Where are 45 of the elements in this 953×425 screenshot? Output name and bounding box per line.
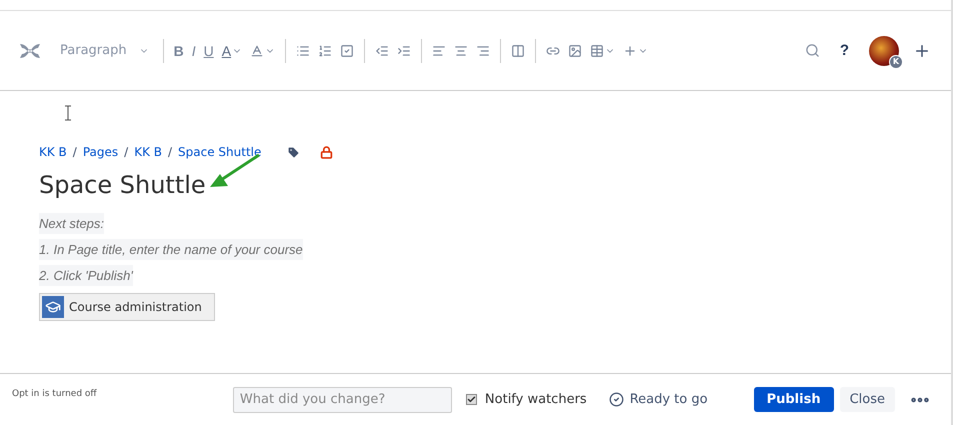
notify-checkbox[interactable] <box>466 394 477 405</box>
search-icon[interactable] <box>804 43 820 58</box>
notify-label: Notify watchers <box>484 392 587 407</box>
italic-button[interactable]: I <box>188 40 200 60</box>
table-icon <box>590 44 604 58</box>
help-button[interactable]: ? <box>834 41 855 60</box>
avatar[interactable] <box>869 36 899 66</box>
breadcrumb-separator: / <box>124 145 128 159</box>
center-icon <box>454 44 468 58</box>
avatar-badge: K <box>889 54 903 68</box>
breadcrumb-separator: / <box>72 145 77 159</box>
left-icon <box>432 44 446 58</box>
numbers-icon <box>318 44 332 58</box>
breadcrumb-link[interactable]: KK B <box>39 145 67 159</box>
opt-in-status: Opt in is turned off <box>12 389 98 399</box>
layout-icon <box>511 44 526 58</box>
course-administration-button[interactable]: Course administration <box>39 293 215 321</box>
status-text: Ready to go <box>630 392 708 407</box>
instruction-text: Next steps: <box>39 213 104 234</box>
check-circle-icon <box>608 392 624 407</box>
image-icon <box>568 44 582 58</box>
tag-icon[interactable] <box>287 146 300 158</box>
instruction-text: 1. In Page title, enter the name of your course <box>39 239 303 260</box>
right-icon <box>476 44 490 58</box>
close-button[interactable]: Close <box>840 387 895 412</box>
format-icon <box>250 44 264 58</box>
publish-button[interactable]: Publish <box>754 387 834 412</box>
underline-button[interactable]: U <box>200 40 218 60</box>
insert-icon <box>623 44 638 58</box>
breadcrumb-link[interactable]: KK B <box>134 145 162 159</box>
task-icon <box>340 44 354 58</box>
breadcrumb-link[interactable]: Pages <box>82 145 118 159</box>
bold-button[interactable]: B <box>170 40 188 60</box>
change-comment-field[interactable]: What did you change? <box>232 386 452 412</box>
outdent-icon <box>375 44 390 58</box>
graduation-cap-icon <box>42 296 64 318</box>
instruction-text: 2. Click 'Publish' <box>39 265 133 286</box>
lock-icon[interactable] <box>320 146 334 158</box>
breadcrumb-separator: / <box>168 145 172 159</box>
text-cursor-icon <box>64 105 72 121</box>
color-button[interactable]: A <box>218 40 246 60</box>
page-title[interactable]: Space Shuttle <box>39 171 206 199</box>
breadcrumb-link[interactable]: Space Shuttle <box>178 145 262 159</box>
indent-icon <box>397 44 412 58</box>
bullets-icon <box>296 44 310 58</box>
